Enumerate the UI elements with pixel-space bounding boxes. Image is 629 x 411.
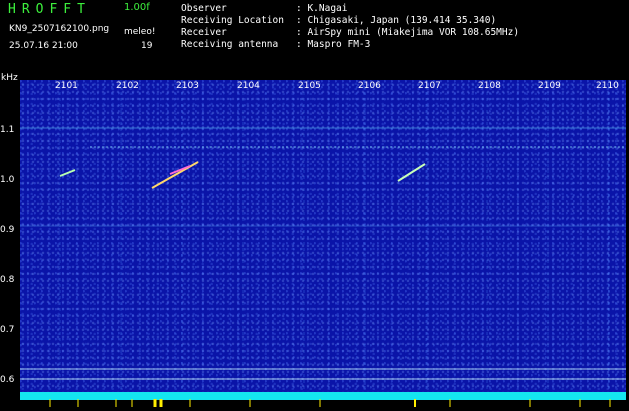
x-tick-2108: 2108 (478, 81, 501, 91)
x-tick-2101: 2101 (55, 81, 78, 91)
x-tick-2103: 2103 (176, 81, 199, 91)
x-tick-2107: 2107 (418, 81, 441, 91)
y-tick-0-8: 0.8 (0, 275, 15, 285)
x-tick-2104: 2104 (237, 81, 260, 91)
info-row-location: Receiving Location: Chigasaki, Japan (13… (181, 15, 497, 26)
spectrogram-overlay (20, 80, 626, 392)
info-row-observer: Observer: K.Nagai (181, 3, 348, 14)
y-tick-0-9: 0.9 (0, 225, 15, 235)
x-tick-2109: 2109 (538, 81, 561, 91)
minute-grid (59, 80, 610, 392)
meleo-count: 19 (141, 41, 153, 51)
info-row-receiver: Receiver: AirSpy mini (Miakejima VOR 108… (181, 27, 520, 38)
x-tick-2102: 2102 (116, 81, 139, 91)
meteor-echo-2 (151, 161, 199, 189)
version-label: 1.00f (124, 2, 150, 13)
datetime-label: 25.07.16 21:00 (9, 41, 78, 51)
meteor-echo-1 (59, 169, 76, 177)
info-row-antenna: Receiving antenna: Maspro FM-3 (181, 39, 371, 50)
meteor-echo-4 (397, 163, 426, 182)
x-tick-2110: 2110 (596, 81, 619, 91)
header-panel: HROFFT 1.00f KN9_2507162100.png meleo! 2… (0, 0, 629, 76)
filename-label: KN9_2507162100.png (9, 24, 110, 34)
app-logo: HROFFT (8, 2, 91, 17)
y-tick-0-7: 0.7 (0, 325, 15, 335)
spectrogram-plot (20, 80, 626, 392)
station-info: Observer: K.Nagai Receiving Location: Ch… (181, 3, 519, 51)
y-tick-1-0: 1.0 (0, 175, 15, 185)
y-axis-panel: 1.1 1.0 0.9 0.8 0.7 0.6 (0, 80, 20, 400)
meleo-label: meleo! (124, 27, 156, 37)
x-tick-2106: 2106 (358, 81, 381, 91)
detection-marks (49, 399, 611, 407)
y-tick-0-6: 0.6 (0, 375, 15, 385)
detection-bar (20, 392, 626, 407)
x-tick-2105: 2105 (298, 81, 321, 91)
y-tick-1-1: 1.1 (0, 125, 15, 135)
